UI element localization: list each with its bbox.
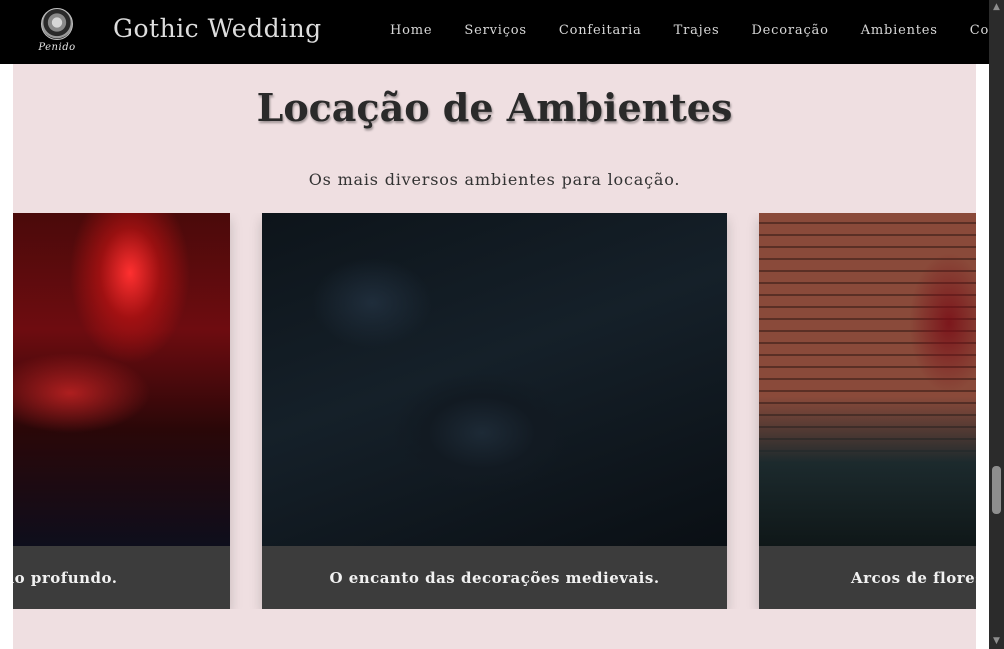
nav-link-ambientes[interactable]: Ambientes xyxy=(861,23,938,38)
penido-emblem-icon xyxy=(41,8,73,40)
nav-link-trajes[interactable]: Trajes xyxy=(674,23,720,38)
section-subtitle: Os mais diversos ambientes para locação. xyxy=(308,170,681,189)
card-caption: elho profundo. xyxy=(13,546,230,609)
nav-link-home[interactable]: Home xyxy=(390,23,432,38)
dark-blue-table-setting-image xyxy=(262,213,727,546)
carousel-card[interactable]: Arcos de flores xyxy=(759,213,976,609)
scrollbar-thumb[interactable] xyxy=(992,466,1001,514)
main-nav: Home Serviços Confeitaria Trajes Decoraç… xyxy=(390,23,1004,38)
ambientes-section: Locação de Ambientes Os mais diversos am… xyxy=(13,64,976,649)
ambientes-carousel[interactable]: elho profundo. O encanto das decorações … xyxy=(13,213,976,609)
chevron-up-icon[interactable]: ▲ xyxy=(992,3,1001,12)
brick-wall-flower-arch-image xyxy=(759,213,976,546)
section-title: Locação de Ambientes xyxy=(256,85,733,130)
nav-link-servicos[interactable]: Serviços xyxy=(464,23,527,38)
penido-logo[interactable]: Penido xyxy=(34,8,80,56)
page-scrollbar[interactable]: ▲ ▼ xyxy=(989,0,1004,649)
logo-text: Penido xyxy=(38,42,76,53)
nav-link-decoracao[interactable]: Decoração xyxy=(751,23,828,38)
card-caption: Arcos de flores xyxy=(759,546,976,609)
carousel-card[interactable]: elho profundo. xyxy=(13,213,230,609)
top-navbar: Penido Gothic Wedding Home Serviços Conf… xyxy=(0,0,1004,64)
carousel-card[interactable]: O encanto das decorações medievais. xyxy=(262,213,727,609)
card-caption: O encanto das decorações medievais. xyxy=(262,546,727,609)
nav-link-confeitaria[interactable]: Confeitaria xyxy=(559,23,642,38)
site-brand-name[interactable]: Gothic Wedding xyxy=(113,14,322,43)
chevron-down-icon[interactable]: ▼ xyxy=(992,637,1001,646)
red-ballroom-table-image xyxy=(13,213,230,546)
